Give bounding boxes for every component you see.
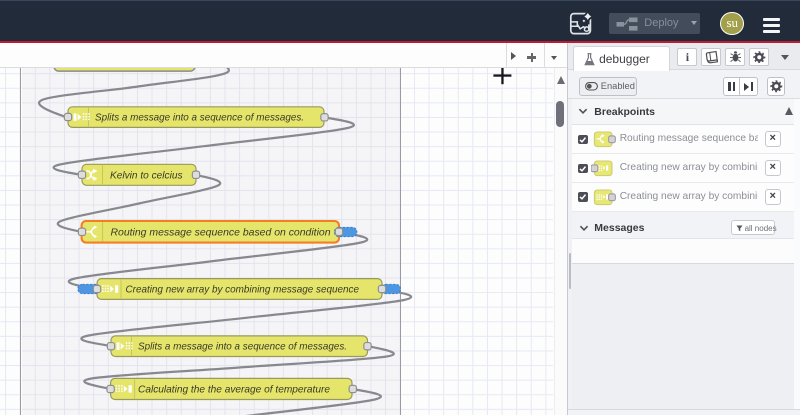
svg-text:Kelvin to celcius: Kelvin to celcius xyxy=(110,170,183,181)
svg-text:Calculating the the average of: Calculating the the average of temperatu… xyxy=(138,384,330,395)
svg-text:Splits a message into a sequen: Splits a message into a sequence of mess… xyxy=(138,342,347,353)
svg-text:Splits a message into a sequen: Splits a message into a sequence of mess… xyxy=(95,113,304,124)
svg-text:Creating new array by combinin: Creating new array by combining message … xyxy=(126,285,360,296)
svg-text:Routing message sequence based: Routing message sequence based on condit… xyxy=(111,227,331,238)
